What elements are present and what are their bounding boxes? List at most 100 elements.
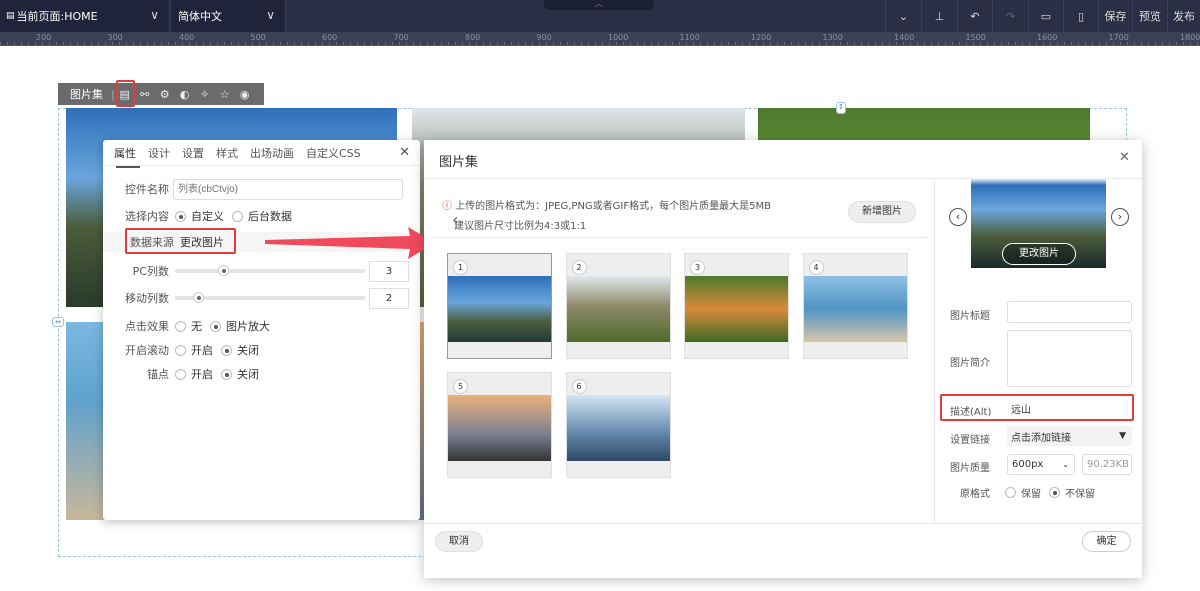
component-toolbar: 图片集 | ▤ ⚯ ⚙ ◐ ✧ ☆ ◉ bbox=[58, 83, 264, 105]
link-select[interactable]: 点击添加链接 bbox=[1011, 429, 1071, 444]
image-thumbnail[interactable]: 4 bbox=[802, 253, 908, 359]
component-name: 图片集 bbox=[70, 88, 103, 101]
image-thumbnail[interactable]: 6 bbox=[565, 372, 671, 478]
radio-label: 后台数据 bbox=[248, 210, 292, 223]
confirm-button[interactable]: 确定 bbox=[1082, 531, 1131, 552]
radio-label: 关闭 bbox=[237, 344, 259, 357]
radio-label: 开启 bbox=[191, 344, 213, 357]
thumbnail-image bbox=[448, 395, 551, 461]
thumbnail-image bbox=[803, 276, 907, 342]
slider-knob[interactable] bbox=[217, 265, 229, 276]
magic-wand-icon[interactable]: ✧ bbox=[195, 88, 215, 101]
thumbnail-image bbox=[685, 276, 788, 342]
file-size: 90.23KB bbox=[1082, 454, 1132, 475]
pc-cols-input[interactable]: 3 bbox=[369, 260, 409, 282]
name-input[interactable] bbox=[173, 178, 403, 200]
tab-animation[interactable]: 出场动画 bbox=[250, 145, 294, 161]
publish-button[interactable]: 发布 bbox=[1167, 0, 1200, 32]
tab-properties[interactable]: 属性 bbox=[114, 145, 136, 161]
save-button[interactable]: 保存 bbox=[1098, 0, 1132, 32]
radio-label: 无 bbox=[191, 320, 202, 333]
tab-settings[interactable]: 设置 bbox=[182, 145, 204, 161]
radio-custom[interactable] bbox=[175, 210, 186, 222]
image-title-input[interactable] bbox=[1007, 301, 1132, 323]
settings-icon[interactable]: ⚙ bbox=[155, 88, 175, 101]
tab-style[interactable]: 样式 bbox=[216, 145, 238, 161]
image-thumbnail[interactable]: 1 bbox=[447, 253, 552, 359]
ruler-label: 200 bbox=[36, 33, 52, 42]
resize-handle-left[interactable]: ↔ bbox=[52, 317, 64, 327]
undo-icon: ↶ bbox=[970, 9, 980, 23]
palette-icon[interactable]: ◐ bbox=[175, 88, 195, 101]
desktop-view-button[interactable]: ▭ bbox=[1028, 0, 1063, 32]
close-icon[interactable]: ✕ bbox=[399, 145, 410, 160]
align-icon: ⊥ bbox=[934, 9, 945, 23]
eye-icon[interactable]: ◉ bbox=[235, 88, 255, 101]
prev-button[interactable]: ‹ bbox=[949, 208, 967, 226]
cancel-button[interactable]: 取消 bbox=[435, 531, 483, 552]
radio-label: 自定义 bbox=[191, 210, 224, 223]
add-image-button[interactable]: 新增图片 bbox=[848, 201, 916, 223]
tab-custom-css[interactable]: 自定义CSS bbox=[306, 145, 361, 161]
redo-button[interactable]: ↷ bbox=[992, 0, 1028, 32]
content-label: 选择内容 bbox=[125, 210, 169, 223]
link-icon[interactable]: ⚯ bbox=[135, 88, 155, 101]
ruler-label: 600 bbox=[322, 33, 338, 42]
thumbnail-image bbox=[566, 276, 670, 342]
star-icon[interactable]: ☆ bbox=[215, 88, 235, 101]
resize-handle-top[interactable]: ↕ bbox=[836, 102, 846, 114]
ruler-label: 400 bbox=[179, 33, 195, 42]
undo-button[interactable]: ↶ bbox=[957, 0, 992, 32]
mobile-view-button[interactable]: ▯ bbox=[1063, 0, 1098, 32]
radio-scroll-off[interactable] bbox=[221, 344, 232, 356]
radio-keep[interactable] bbox=[1005, 487, 1016, 498]
anchor-label: 锚点 bbox=[147, 368, 169, 381]
radio-discard[interactable] bbox=[1049, 487, 1060, 498]
prev-arrow-icon[interactable]: ‹ bbox=[452, 210, 458, 229]
preview-button[interactable]: 预览 bbox=[1132, 0, 1167, 32]
image-thumbnail[interactable]: 3 bbox=[684, 253, 789, 359]
ruler-label: 1400 bbox=[894, 33, 915, 42]
mobile-cols-slider[interactable] bbox=[175, 292, 365, 303]
close-icon[interactable]: ✕ bbox=[1119, 150, 1130, 165]
page-icon: ▤ bbox=[6, 11, 15, 21]
mobile-cols-label: 移动列数 bbox=[125, 292, 169, 305]
ruler-label: 1200 bbox=[751, 33, 772, 42]
thumbnail-number: 4 bbox=[808, 260, 824, 275]
align-button[interactable]: ⊥ bbox=[921, 0, 957, 32]
radio-anchor-off[interactable] bbox=[221, 368, 232, 380]
image-intro-textarea[interactable] bbox=[1007, 330, 1132, 387]
mobile-cols-input[interactable]: 2 bbox=[369, 287, 409, 309]
tab-design[interactable]: 设计 bbox=[148, 145, 170, 161]
radio-zoom[interactable] bbox=[210, 320, 221, 332]
highlight-box bbox=[116, 80, 135, 107]
language-select[interactable]: 简体中文 ∨ bbox=[172, 0, 286, 32]
ruler-label: 700 bbox=[393, 33, 409, 42]
ruler-label: 1300 bbox=[822, 33, 843, 42]
collapse-toggle[interactable]: ︿ bbox=[544, 0, 654, 10]
pc-cols-label: PC列数 bbox=[132, 265, 169, 278]
radio-none[interactable] bbox=[175, 320, 186, 332]
image-intro-label: 图片简介 bbox=[950, 358, 990, 369]
radio-anchor-on[interactable] bbox=[175, 368, 186, 380]
name-label: 控件名称 bbox=[125, 183, 169, 196]
radio-scroll-on[interactable] bbox=[175, 344, 186, 356]
collapse-button[interactable]: ⌄ bbox=[885, 0, 921, 32]
radio-backend[interactable] bbox=[232, 210, 243, 222]
image-title-label: 图片标题 bbox=[950, 311, 990, 322]
image-thumbnail[interactable]: 5 bbox=[447, 372, 552, 478]
page-select[interactable]: ▤ 当前页面:HOME ∨ bbox=[0, 0, 170, 32]
slider-knob[interactable] bbox=[192, 292, 204, 303]
highlight-box bbox=[940, 394, 1134, 421]
dropdown-icon: ▼ bbox=[1119, 431, 1126, 441]
quality-select[interactable]: 600px bbox=[1012, 459, 1043, 470]
pc-cols-slider[interactable] bbox=[175, 265, 365, 276]
properties-panel: 属性 设计 设置 样式 出场动画 自定义CSS ✕ 控件名称 选择内容 自定义 后台… bbox=[103, 140, 420, 520]
next-button[interactable]: › bbox=[1111, 208, 1129, 226]
change-image-button[interactable]: 更改图片 bbox=[1002, 243, 1076, 265]
chevron-down-icon: ∨ bbox=[150, 8, 159, 22]
ruler-label: 1000 bbox=[608, 33, 629, 42]
thumbnail-image bbox=[448, 276, 551, 342]
ruler-label: 1800 bbox=[1180, 33, 1200, 42]
image-thumbnail[interactable]: 2 bbox=[565, 253, 671, 359]
